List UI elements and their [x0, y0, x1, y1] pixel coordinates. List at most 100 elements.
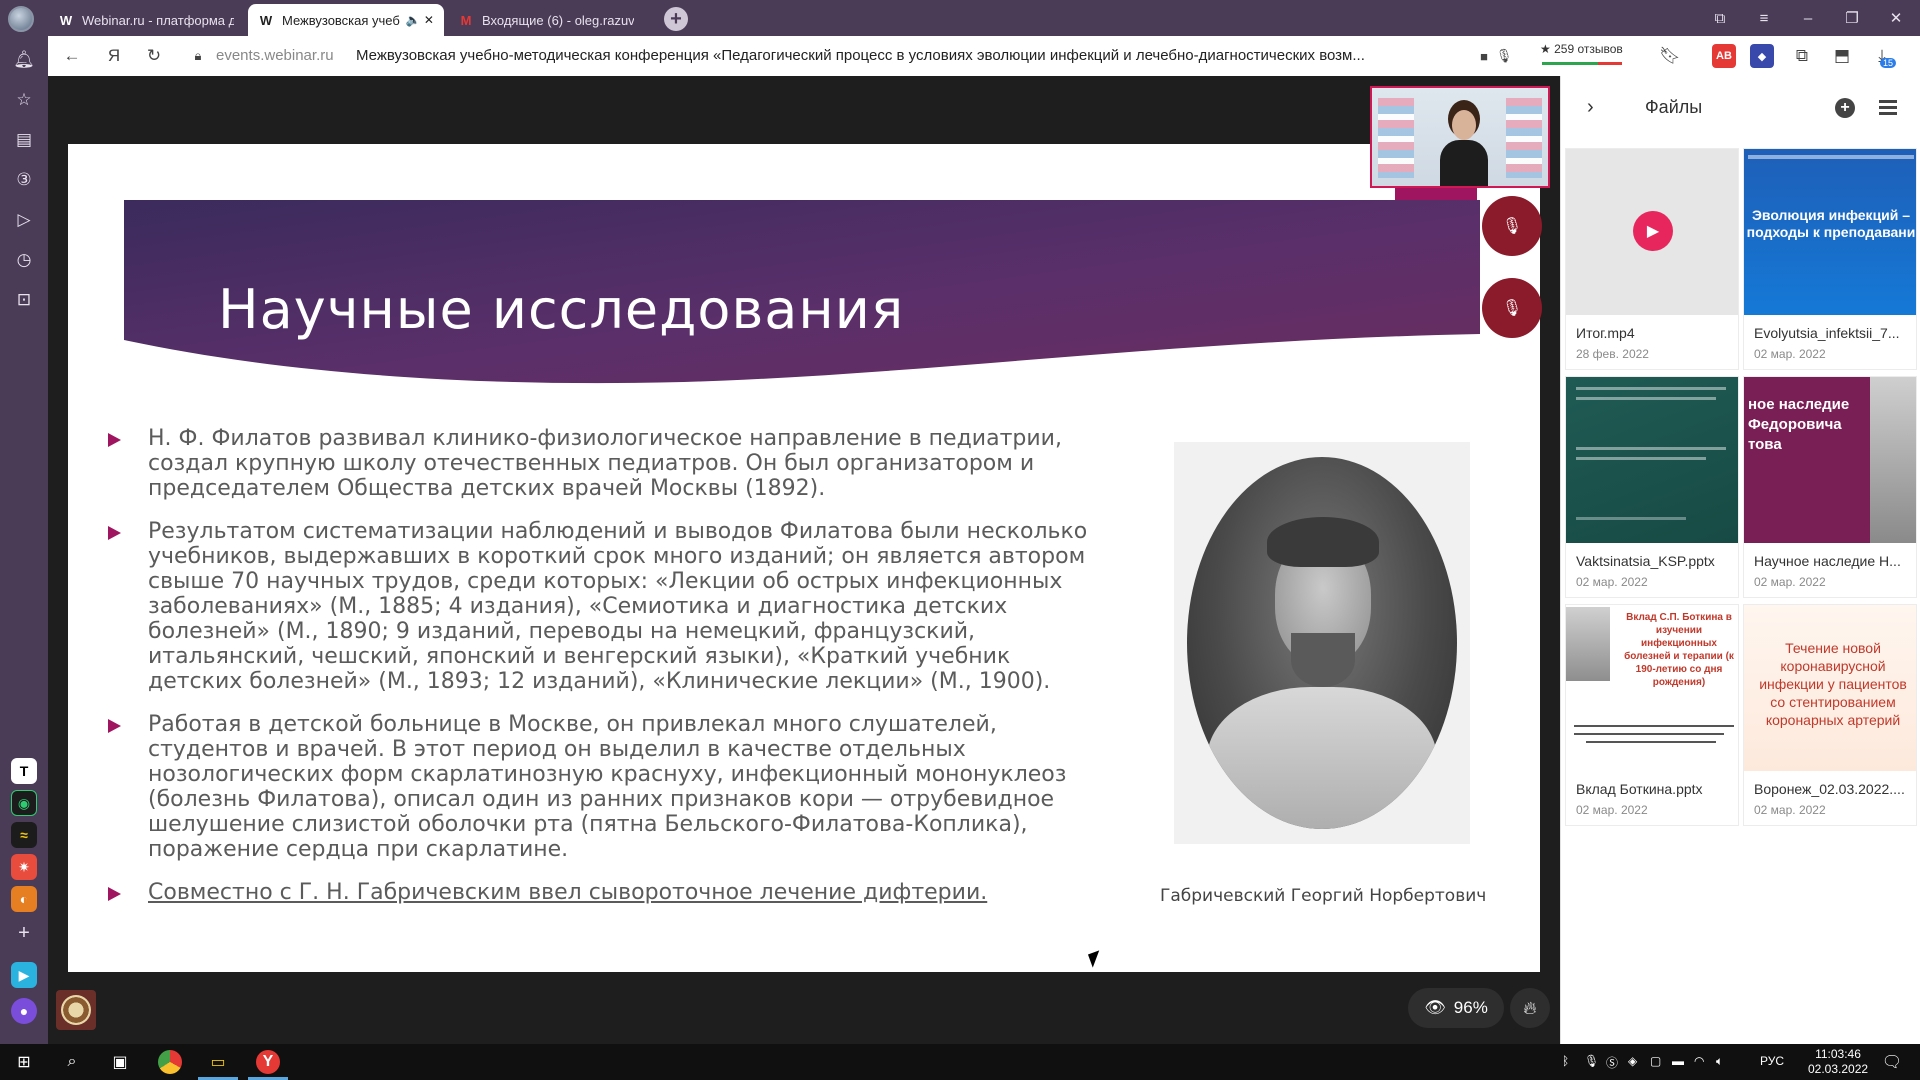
add-app-icon[interactable]: +: [11, 920, 37, 946]
file-card[interactable]: Vaktsinatsia_KSP.pptx 02 мар. 2022: [1565, 376, 1739, 598]
new-tab-button[interactable]: +: [664, 7, 688, 31]
bookmarks-star-icon[interactable]: ☆: [12, 88, 36, 112]
url-host[interactable]: events.webinar.ru: [216, 47, 334, 64]
file-card[interactable]: ▶ Итог.mp4 28 фев. 2022: [1565, 148, 1739, 370]
video-play-icon[interactable]: ▷: [12, 208, 36, 232]
bluetooth-icon[interactable]: ᛒ: [1562, 1054, 1569, 1068]
slide-bullets: Н. Ф. Филатов развивал клинико-физиологи…: [104, 426, 1104, 923]
menu-icon[interactable]: ≡: [1742, 0, 1786, 36]
portrait-caption: Габричевский Георгий Норбертович: [1160, 886, 1487, 906]
page-title[interactable]: Межвузовская учебно-методическая конфере…: [356, 47, 1486, 64]
file-thumbnail: ное наследие Федоровича това: [1744, 377, 1916, 543]
ext-adblock-icon[interactable]: AB: [1712, 44, 1736, 68]
file-thumbnail: Течение новой коронавирусной инфекции у …: [1744, 605, 1916, 771]
ext-colors-icon[interactable]: ◆: [1750, 44, 1774, 68]
app-messenger-icon[interactable]: ▶: [11, 962, 37, 988]
file-name: Воронеж_02.03.2022....: [1754, 781, 1905, 797]
file-date: 02 мар. 2022: [1576, 803, 1648, 817]
viewers-percent: 96%: [1453, 998, 1488, 1017]
tab-audio-close-icons[interactable]: 🔈 ✕: [406, 13, 434, 27]
thumb-title: Вклад С.П. Боткина в изучении инфекционн…: [1624, 612, 1734, 688]
bullet-text: Совместно с Г. Н. Габричевским ввел сыво…: [148, 880, 988, 905]
muted-mic-icon[interactable]: 🎙︎: [1482, 196, 1542, 256]
gmail-favicon-icon: M: [460, 12, 472, 28]
reload-icon[interactable]: ↻: [142, 44, 166, 68]
portrait-photo: [1174, 442, 1470, 844]
restore-icon[interactable]: ❐: [1830, 0, 1874, 36]
file-card[interactable]: Эволюция инфекций – подходы к преподаван…: [1743, 148, 1917, 370]
collapse-chevron-icon[interactable]: ›: [1587, 96, 1594, 119]
collections-icon[interactable]: ▤: [12, 128, 36, 152]
yandex-browser-icon[interactable]: Y: [256, 1050, 280, 1074]
history-clock-icon[interactable]: ◷: [12, 248, 36, 272]
task-view-icon[interactable]: ▣: [108, 1050, 132, 1074]
tray-app-icon[interactable]: ◈: [1628, 1054, 1637, 1068]
app-food-icon[interactable]: ◐: [11, 886, 37, 912]
file-date: 02 мар. 2022: [1754, 803, 1826, 817]
fire-reaction-icon[interactable]: 🔥︎: [1510, 988, 1550, 1028]
play-icon[interactable]: ▶: [1633, 211, 1673, 251]
bookmarks-panel-icon[interactable]: ⧉: [1698, 0, 1742, 36]
notifications-icon[interactable]: 🔔︎: [12, 48, 36, 72]
ext-puzzle-icon[interactable]: ⧉: [1790, 44, 1814, 68]
file-thumbnail: Вклад С.П. Боткина в изучении инфекционн…: [1566, 605, 1738, 771]
thumb-title: Течение новой коронавирусной инфекции у …: [1759, 640, 1907, 728]
app-t-icon[interactable]: T: [11, 758, 37, 784]
windows-taskbar: ⊞ ⌕ ▣ ▭ Y ᛒ 🎙︎ Ⓢ ◈ ▢ ▬ ◠ 🔈︎ РУС 11:03:46…: [0, 1044, 1920, 1080]
close-window-icon[interactable]: ✕: [1874, 0, 1918, 36]
university-logo[interactable]: [56, 990, 96, 1030]
file-card[interactable]: Вклад С.П. Боткина в изучении инфекционн…: [1565, 604, 1739, 826]
tab-label: Webinar.ru - платформа д: [82, 12, 234, 28]
input-language[interactable]: РУС: [1760, 1054, 1784, 1068]
tray-mic-icon[interactable]: 🎙︎: [1584, 1054, 1599, 1068]
tab-webinar-platform[interactable]: W Webinar.ru - платформа д: [48, 4, 244, 36]
file-name: Вклад Боткина.pptx: [1576, 781, 1703, 797]
app-media-icon[interactable]: ◉: [11, 790, 37, 816]
tab-conference[interactable]: W Межвузовская учеб 🔈 ✕: [248, 4, 444, 36]
viewers-indicator[interactable]: 👁︎ 96%: [1408, 988, 1504, 1028]
app-market-icon[interactable]: ≈: [11, 822, 37, 848]
alice-assistant-icon[interactable]: ●: [11, 998, 37, 1024]
tray-monitor-icon[interactable]: ▢: [1650, 1054, 1661, 1068]
reviews-badge[interactable]: ★ 259 отзывов: [1540, 42, 1623, 56]
file-card[interactable]: Течение новой коронавирусной инфекции у …: [1743, 604, 1917, 826]
screenshot-icon[interactable]: ⊡: [12, 288, 36, 312]
clock-date: 02.03.2022: [1808, 1062, 1869, 1076]
list-view-icon[interactable]: [1879, 100, 1897, 116]
muted-mic-icon[interactable]: 🎙︎: [1482, 278, 1542, 338]
volume-icon[interactable]: 🔈︎: [1716, 1054, 1723, 1069]
back-icon[interactable]: ←: [60, 44, 84, 68]
file-card[interactable]: ное наследие Федоровича това Научное нас…: [1743, 376, 1917, 598]
add-file-icon[interactable]: +: [1835, 98, 1855, 118]
portrait-oval: [1187, 457, 1457, 829]
bullet-item: Совместно с Г. Н. Габричевским ввел сыво…: [104, 880, 1104, 905]
yandex-logo-icon[interactable]: Я: [102, 44, 126, 68]
mic-indicator-icon[interactable]: 🎙︎: [1492, 44, 1516, 68]
skype-icon[interactable]: Ⓢ: [1606, 1054, 1618, 1071]
battery-icon[interactable]: ▬: [1672, 1054, 1684, 1068]
minimize-icon[interactable]: –: [1786, 0, 1830, 36]
wifi-icon[interactable]: ◠: [1694, 1054, 1704, 1068]
file-thumbnail: Эволюция инфекций – подходы к преподаван…: [1744, 149, 1916, 315]
app-game-icon[interactable]: ✷: [11, 854, 37, 880]
presenter-figure: [1440, 110, 1488, 186]
presenter-video[interactable]: [1370, 86, 1550, 188]
bullet-item: Н. Ф. Филатов развивал клинико-физиологи…: [104, 426, 1104, 501]
lock-icon[interactable]: 🔒︎: [186, 44, 210, 68]
bookmark-icon[interactable]: 🔖︎: [1658, 44, 1682, 68]
file-explorer-icon[interactable]: ▭: [206, 1050, 230, 1074]
number-3-icon[interactable]: ③: [12, 168, 36, 192]
file-date: 02 мар. 2022: [1754, 347, 1826, 361]
ext-translate-icon[interactable]: ⬒: [1830, 44, 1854, 68]
system-clock[interactable]: 11:03:46 02.03.2022: [1808, 1047, 1868, 1077]
bullet-item: Результатом систематизации наблюдений и …: [104, 519, 1104, 694]
tab-inbox[interactable]: M Входящие (6) - oleg.razuva: [448, 4, 644, 36]
windows-start-icon[interactable]: ⊞: [12, 1050, 36, 1074]
search-icon[interactable]: ⌕: [60, 1050, 84, 1074]
chrome-icon[interactable]: [158, 1050, 182, 1074]
file-thumbnail: [1566, 377, 1738, 543]
tab-label: Входящие (6) - oleg.razuva: [482, 12, 634, 28]
notification-center-icon[interactable]: 🗨︎: [1880, 1050, 1904, 1074]
profile-avatar[interactable]: [8, 6, 34, 32]
file-name: Vaktsinatsia_KSP.pptx: [1576, 553, 1715, 569]
